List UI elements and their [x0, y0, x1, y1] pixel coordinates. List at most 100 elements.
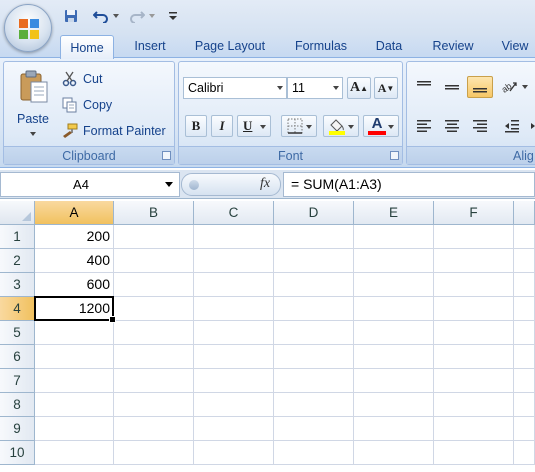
cell-g3[interactable] [514, 273, 535, 297]
cell-e10[interactable] [354, 441, 434, 465]
office-button[interactable] [4, 4, 52, 52]
row-header-6[interactable]: 6 [0, 345, 35, 369]
fill-color-button[interactable] [323, 115, 359, 137]
shrink-font-button[interactable]: A ▼ [374, 77, 398, 99]
row-header-2[interactable]: 2 [0, 249, 35, 273]
tab-home[interactable]: Home [60, 35, 114, 59]
cell-a10[interactable] [35, 441, 114, 465]
cell-g8[interactable] [514, 393, 535, 417]
row-header-7[interactable]: 7 [0, 369, 35, 393]
underline-dropdown-icon[interactable] [260, 125, 266, 129]
cell-e9[interactable] [354, 417, 434, 441]
name-box[interactable]: A4 [0, 172, 180, 197]
cell-c10[interactable] [194, 441, 274, 465]
cell-d8[interactable] [274, 393, 354, 417]
align-bottom-button[interactable] [467, 76, 493, 98]
cell-a8[interactable] [35, 393, 114, 417]
formula-input[interactable]: = SUM(A1:A3) [283, 172, 535, 197]
column-header-c[interactable]: C [194, 201, 274, 225]
paste-dropdown-icon[interactable] [30, 132, 36, 136]
save-icon[interactable] [62, 7, 80, 25]
cell-f3[interactable] [434, 273, 514, 297]
borders-button[interactable] [281, 115, 317, 137]
row-header-5[interactable]: 5 [0, 321, 35, 345]
row-header-4[interactable]: 4 [0, 297, 35, 321]
cell-g1[interactable] [514, 225, 535, 249]
row-header-1[interactable]: 1 [0, 225, 35, 249]
cell-e5[interactable] [354, 321, 434, 345]
cell-d7[interactable] [274, 369, 354, 393]
cell-g9[interactable] [514, 417, 535, 441]
name-box-dropdown-icon[interactable] [165, 182, 173, 187]
font-size-select[interactable]: 11 [287, 77, 343, 99]
orientation-button[interactable]: ab [497, 76, 531, 98]
borders-dropdown-icon[interactable] [306, 125, 312, 129]
tab-data[interactable]: Data [368, 34, 410, 58]
cell-g7[interactable] [514, 369, 535, 393]
cell-g4[interactable] [514, 297, 535, 321]
insert-function-button[interactable]: fx [260, 176, 270, 192]
tab-formulas[interactable]: Formulas [284, 34, 358, 58]
cell-b2[interactable] [114, 249, 194, 273]
font-dialog-launcher-icon[interactable] [390, 151, 399, 160]
undo-dropdown-icon[interactable] [112, 7, 120, 25]
column-header-b[interactable]: B [114, 201, 194, 225]
cell-a1[interactable]: 200 [35, 225, 114, 249]
cell-e7[interactable] [354, 369, 434, 393]
font-color-button[interactable]: A [363, 115, 399, 137]
customize-icon[interactable] [166, 7, 180, 25]
row-header-8[interactable]: 8 [0, 393, 35, 417]
increase-indent-button[interactable] [525, 115, 535, 137]
cell-g2[interactable] [514, 249, 535, 273]
cell-c4[interactable] [194, 297, 274, 321]
tab-page-layout[interactable]: Page Layout [186, 34, 274, 58]
cell-b9[interactable] [114, 417, 194, 441]
row-header-3[interactable]: 3 [0, 273, 35, 297]
align-center-button[interactable] [439, 115, 465, 137]
underline-button[interactable]: U [237, 115, 271, 137]
cell-d6[interactable] [274, 345, 354, 369]
cell-a3[interactable]: 600 [35, 273, 114, 297]
cell-d9[interactable] [274, 417, 354, 441]
fill-color-dropdown-icon[interactable] [348, 125, 354, 129]
cell-f1[interactable] [434, 225, 514, 249]
undo-icon[interactable] [90, 7, 112, 25]
cell-f6[interactable] [434, 345, 514, 369]
font-name-dropdown-icon[interactable] [277, 86, 283, 90]
cell-a2[interactable]: 400 [35, 249, 114, 273]
align-right-button[interactable] [467, 115, 493, 137]
cell-f9[interactable] [434, 417, 514, 441]
cell-a5[interactable] [35, 321, 114, 345]
row-header-9[interactable]: 9 [0, 417, 35, 441]
copy-button[interactable]: Copy [62, 94, 112, 116]
cell-d3[interactable] [274, 273, 354, 297]
column-header-partial[interactable] [514, 201, 535, 225]
cell-c5[interactable] [194, 321, 274, 345]
italic-button[interactable]: I [211, 115, 233, 137]
cell-c6[interactable] [194, 345, 274, 369]
cell-f2[interactable] [434, 249, 514, 273]
column-header-a[interactable]: A [35, 201, 114, 225]
font-name-select[interactable]: Calibri [183, 77, 287, 99]
cell-b10[interactable] [114, 441, 194, 465]
cut-button[interactable]: Cut [62, 68, 102, 90]
cell-c8[interactable] [194, 393, 274, 417]
cell-c3[interactable] [194, 273, 274, 297]
cell-d4[interactable] [274, 297, 354, 321]
tab-insert[interactable]: Insert [124, 34, 176, 58]
redo-dropdown-icon[interactable] [148, 7, 156, 25]
cell-f10[interactable] [434, 441, 514, 465]
font-size-dropdown-icon[interactable] [333, 86, 339, 90]
cell-a4[interactable]: 1200 [35, 297, 114, 321]
spreadsheet-grid[interactable]: A B C D E F 1 200 2 400 3 600 4 1200 5 6 7 8 9 10 [0, 201, 535, 472]
cell-c1[interactable] [194, 225, 274, 249]
cell-d1[interactable] [274, 225, 354, 249]
cell-d2[interactable] [274, 249, 354, 273]
cell-c9[interactable] [194, 417, 274, 441]
cell-b6[interactable] [114, 345, 194, 369]
grow-font-button[interactable]: A ▲ [347, 77, 371, 99]
tab-review[interactable]: Review [424, 34, 482, 58]
paste-button[interactable]: Paste [8, 66, 58, 146]
font-color-dropdown-icon[interactable] [388, 125, 394, 129]
cell-c2[interactable] [194, 249, 274, 273]
